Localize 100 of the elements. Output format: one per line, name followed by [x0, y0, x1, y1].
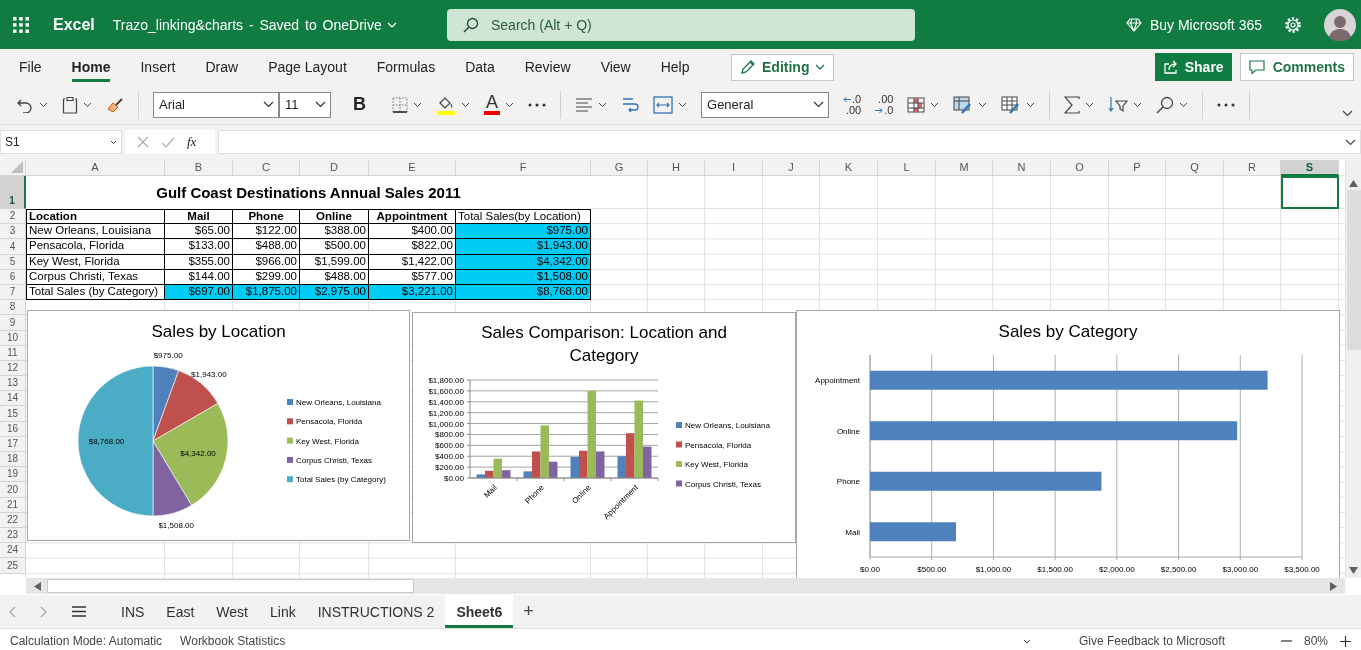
ribbon-tab[interactable]: Data — [465, 52, 495, 82]
zoom-in-icon[interactable] — [1340, 635, 1351, 647]
column-header[interactable]: L — [878, 160, 936, 176]
cell-cursor[interactable] — [1281, 176, 1339, 209]
chart-area[interactable]: Sales by Category Appointment Online Phone Mail $0.00 $500.00 $1,000.00 $1,500.00 $2,000.00 $2,500.00 $3,000.00 $3,500.00 — [796, 310, 1340, 578]
column-header[interactable]: F — [456, 160, 591, 176]
buy-button[interactable]: Buy Microsoft 365 — [1125, 16, 1262, 33]
axis-label: $3,000.00 — [1222, 565, 1259, 574]
sheet-tab[interactable]: Sheet6 — [445, 595, 514, 628]
row-header[interactable]: 14 — [0, 391, 26, 407]
row-header[interactable]: 4 — [0, 239, 26, 255]
vertical-scrollbar[interactable] — [1345, 160, 1361, 578]
add-sheet-button[interactable]: + — [523, 601, 534, 622]
column-header[interactable]: H — [648, 160, 705, 176]
font-color-button[interactable]: A — [484, 90, 514, 119]
name-box[interactable]: S1 — [0, 130, 122, 154]
formula-input[interactable] — [218, 130, 1361, 154]
column-header[interactable]: A — [26, 160, 165, 176]
row-header[interactable]: 2 — [0, 209, 26, 225]
ribbon-tab[interactable]: File — [19, 52, 42, 82]
ribbon-tab[interactable]: Formulas — [376, 52, 436, 82]
data-label: $1,943.00 — [191, 370, 227, 380]
chevron-down-icon — [815, 64, 826, 70]
workbook-statistics-link[interactable]: Workbook Statistics — [180, 634, 286, 648]
legend-swatch — [287, 399, 293, 405]
scroll-left-icon[interactable] — [34, 581, 41, 591]
insert-function-button[interactable]: fx — [187, 134, 197, 150]
font-size-field[interactable]: 11 — [279, 91, 331, 118]
sheet-tab[interactable]: West — [205, 595, 259, 628]
ribbon-tab[interactable]: Help — [660, 52, 690, 82]
axis-label: $0.00 — [860, 565, 880, 574]
ribbon-expand-icon[interactable] — [1342, 110, 1353, 117]
scrollbar-thumb[interactable] — [1346, 190, 1361, 350]
number-format-field[interactable]: General — [701, 91, 829, 118]
row-header[interactable]: 15 — [0, 406, 26, 422]
column-header[interactable]: C — [233, 160, 300, 176]
row-header[interactable]: 13 — [0, 376, 26, 392]
avatar-icon[interactable] — [1324, 8, 1356, 41]
column-header[interactable]: Q — [1166, 160, 1224, 176]
axis-label: $1,500.00 — [1037, 565, 1073, 574]
column-header[interactable]: R — [1224, 160, 1281, 176]
chart-area[interactable] — [412, 312, 796, 543]
chevron-down-icon — [315, 101, 326, 108]
column-header[interactable]: S — [1281, 160, 1339, 176]
chevron-down-icon — [110, 139, 117, 145]
app-launcher-icon[interactable] — [13, 16, 29, 33]
ribbon-tab[interactable]: Page Layout — [268, 52, 347, 82]
row-header[interactable]: 9 — [0, 315, 26, 331]
scroll-up-icon[interactable] — [1349, 180, 1358, 187]
row-header[interactable]: 18 — [0, 452, 26, 468]
row-header[interactable]: 3 — [0, 224, 26, 240]
ribbon-tab[interactable]: Home — [71, 52, 111, 82]
row-header[interactable]: 19 — [0, 467, 26, 483]
scrollbar-thumb[interactable] — [47, 579, 414, 593]
column-header[interactable]: M — [936, 160, 993, 176]
chart-title: Sales Comparison: Location and Category — [480, 322, 728, 367]
menu-icon[interactable] — [72, 606, 86, 617]
column-header[interactable]: J — [763, 160, 820, 176]
bold-button[interactable]: B — [353, 90, 366, 119]
column-header[interactable]: I — [705, 160, 763, 176]
sheet-tab[interactable]: INS — [110, 595, 156, 628]
chevron-down-icon[interactable] — [1022, 638, 1031, 644]
sheet-tab[interactable]: Link — [259, 595, 307, 628]
increase-decimal-button[interactable]: .0 .00 — [843, 90, 862, 119]
horizontal-scrollbar[interactable] — [26, 578, 1345, 594]
scroll-down-icon[interactable] — [1349, 567, 1358, 574]
column-header[interactable]: E — [369, 160, 456, 176]
decrease-decimal-button[interactable]: .00 .0 — [875, 90, 894, 119]
sheet-tab[interactable]: INSTRUCTIONS 2 — [306, 595, 446, 628]
column-heading: Phone — [233, 209, 300, 225]
scroll-right-icon[interactable] — [1330, 581, 1337, 591]
share-button[interactable]: Share — [1154, 53, 1232, 81]
sheet-tab[interactable]: East — [155, 595, 206, 628]
ribbon-tab[interactable]: Draw — [205, 52, 239, 82]
chart-area[interactable]: Sales by Location $975.00 $1,943.00 $4,342.00 $1,508.00 $8,768.00 New Orleans, Louisiana Pensacola, Florida Key West, Florida Corpus Christi, Texas Total Sales (by Category) — [27, 310, 410, 541]
row-header[interactable]: 8 — [0, 300, 26, 316]
feedback-link[interactable]: Give Feedback to Microsoft — [1078, 634, 1225, 648]
ribbon-tab[interactable]: View — [600, 52, 631, 82]
check-icon[interactable] — [161, 136, 175, 148]
row-header[interactable]: 25 — [0, 558, 26, 574]
column-header[interactable]: P — [1109, 160, 1166, 176]
category-label: Online — [836, 426, 860, 436]
row-header[interactable]: 20 — [0, 482, 26, 498]
column-header[interactable]: N — [993, 160, 1051, 176]
row-header[interactable]: 1 — [0, 176, 26, 209]
app-name[interactable]: Excel — [53, 15, 95, 34]
settings-icon[interactable] — [1284, 15, 1302, 34]
ribbon-tab[interactable]: Insert — [140, 52, 176, 82]
column-header[interactable]: O — [1051, 160, 1109, 176]
column-header[interactable]: K — [820, 160, 878, 176]
ribbon-tab[interactable]: Review — [524, 52, 571, 82]
document-title[interactable]: Trazo_linking&charts - Saved to OneDrive — [112, 16, 397, 33]
column-header[interactable]: B — [165, 160, 233, 176]
search-field[interactable]: Search (Alt + Q) — [447, 8, 915, 41]
row-header[interactable]: 24 — [0, 543, 26, 559]
editing-mode-button[interactable]: Editing — [731, 53, 835, 81]
column-header[interactable]: G — [591, 160, 648, 176]
font-name-field[interactable]: Arial — [153, 91, 279, 118]
column-header[interactable]: D — [300, 160, 369, 176]
comments-button[interactable]: Comments — [1239, 53, 1354, 81]
